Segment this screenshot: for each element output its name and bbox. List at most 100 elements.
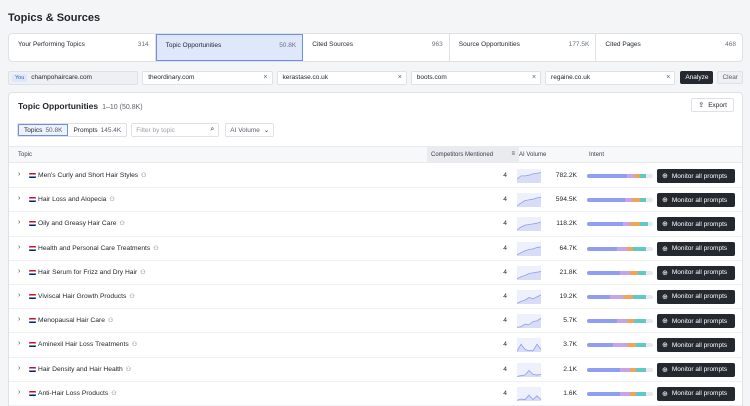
search-icon: ⊕ bbox=[662, 293, 668, 301]
uk-flag-icon bbox=[29, 173, 36, 178]
monitor-all-prompts-button[interactable]: ⊕ Monitor all prompts bbox=[657, 386, 735, 401]
search-icon: ⊕ bbox=[662, 245, 668, 253]
intent-segment bbox=[587, 391, 620, 396]
analyze-button[interactable]: Analyze bbox=[680, 71, 714, 84]
your-domain-field[interactable]: You champohaircare.com bbox=[8, 70, 139, 85]
tab-topic-opportunities[interactable]: Topic Opportunities 50.8K bbox=[155, 34, 304, 61]
table-row[interactable]: › Hair Loss and Alopecia ⚇ 4 594.5K ⊕ Monitor … bbox=[9, 188, 742, 213]
topic-name[interactable]: Anti-Hair Loss Products ⚇ bbox=[38, 390, 117, 397]
intent-segment bbox=[587, 246, 617, 251]
topic-filter-input[interactable]: Filter by topic ⌕ bbox=[131, 123, 220, 137]
chevron-right-icon[interactable]: › bbox=[18, 171, 20, 178]
toggle-prompts-label: Prompts bbox=[73, 126, 98, 134]
monitor-all-prompts-button[interactable]: ⊕ Monitor all prompts bbox=[657, 362, 735, 377]
topic-name[interactable]: Hair Density and Hair Health ⚇ bbox=[38, 366, 131, 373]
monitor-all-prompts-button[interactable]: ⊕ Monitor all prompts bbox=[657, 338, 735, 353]
topic-name[interactable]: Viviscal Hair Growth Products ⚇ bbox=[38, 293, 135, 300]
chevron-right-icon[interactable]: › bbox=[18, 389, 20, 396]
close-icon[interactable]: × bbox=[263, 74, 267, 81]
topic-name[interactable]: Hair Loss and Alopecia ⚇ bbox=[38, 196, 115, 203]
monitor-label: Monitor all prompts bbox=[671, 245, 728, 253]
close-icon[interactable]: × bbox=[666, 74, 670, 81]
column-intent[interactable]: Intent bbox=[589, 152, 604, 158]
result-range: 1–10 (50.8K) bbox=[102, 104, 143, 111]
topic-name[interactable]: Health and Personal Care Treatments ⚇ bbox=[38, 245, 159, 252]
close-icon[interactable]: × bbox=[532, 74, 536, 81]
topic-name[interactable]: Hair Serum for Frizz and Dry Hair ⚇ bbox=[38, 269, 146, 276]
you-badge: You bbox=[12, 73, 28, 82]
tab-cited-sources[interactable]: Cited Sources 963 bbox=[303, 34, 450, 61]
column-topic[interactable]: Topic bbox=[18, 152, 32, 158]
person-icon: ⚇ bbox=[131, 342, 138, 349]
table-row[interactable]: › Hair Density and Hair Health ⚇ 4 2.1K ⊕ Moni… bbox=[9, 358, 742, 382]
toggle-topics-label: Topics bbox=[24, 126, 43, 134]
table-row[interactable]: › Viviscal Hair Growth Products ⚇ 4 19.2K ⊕ Mo… bbox=[9, 285, 742, 310]
tab-label: Source Opportunities bbox=[458, 41, 520, 48]
ai-volume-sparkline bbox=[517, 241, 541, 256]
competitor-domain-field[interactable]: regaine.co.uk × bbox=[545, 70, 676, 85]
tab-source-opportunities[interactable]: Source Opportunities 177.5K bbox=[450, 34, 597, 61]
intent-bar bbox=[587, 391, 653, 396]
intent-segment bbox=[629, 367, 637, 372]
person-icon: ⚇ bbox=[140, 269, 146, 276]
intent-bar bbox=[587, 270, 653, 275]
topic-name[interactable]: Aminexil Hair Loss Treatments ⚇ bbox=[38, 341, 137, 348]
topic-name[interactable]: Men's Curly and Short Hair Styles ⚇ bbox=[38, 172, 147, 179]
monitor-all-prompts-button[interactable]: ⊕ Monitor all prompts bbox=[657, 193, 735, 208]
intent-segment bbox=[636, 367, 647, 372]
monitor-all-prompts-button[interactable]: ⊕ Monitor all prompts bbox=[657, 169, 735, 183]
table-row[interactable]: › Hair Serum for Frizz and Dry Hair ⚇ 4 21.8… bbox=[9, 261, 742, 285]
chevron-right-icon[interactable]: › bbox=[18, 219, 20, 226]
tab-count: 963 bbox=[431, 41, 443, 48]
monitor-all-prompts-button[interactable]: ⊕ Monitor all prompts bbox=[657, 314, 735, 329]
competitor-domain-field[interactable]: boots.com × bbox=[410, 70, 542, 85]
competitors-count: 4 bbox=[503, 389, 507, 397]
chevron-right-icon[interactable]: › bbox=[18, 195, 20, 202]
competitor-domain-field[interactable]: theordinary.com × bbox=[142, 70, 273, 85]
column-ai-volume[interactable]: AI Volume bbox=[519, 152, 546, 158]
toggle-prompts[interactable]: Prompts 145.4K bbox=[68, 124, 126, 136]
search-icon: ⊕ bbox=[662, 221, 668, 229]
ai-volume-dropdown[interactable]: AI Volume ⌄ bbox=[225, 123, 275, 137]
chevron-down-icon: ⌄ bbox=[263, 127, 270, 134]
monitor-all-prompts-button[interactable]: ⊕ Monitor all prompts bbox=[657, 241, 735, 256]
chevron-right-icon[interactable]: › bbox=[18, 340, 20, 347]
chevron-right-icon[interactable]: › bbox=[18, 244, 20, 251]
intent-segment bbox=[647, 222, 653, 227]
intent-segment bbox=[636, 343, 647, 348]
person-icon: ⚇ bbox=[153, 245, 159, 252]
chevron-right-icon[interactable]: › bbox=[18, 292, 20, 299]
table-row[interactable]: › Oily and Greasy Hair Care ⚇ 4 118.2K ⊕ Monit… bbox=[9, 212, 742, 237]
tab-cited-pages[interactable]: Cited Pages 468 bbox=[596, 34, 742, 61]
tab-your-performing-topics[interactable]: Your Performing Topics 314 bbox=[9, 34, 156, 61]
topic-name[interactable]: Menopausal Hair Care ⚇ bbox=[38, 317, 113, 324]
close-icon[interactable]: × bbox=[398, 74, 402, 81]
monitor-all-prompts-button[interactable]: ⊕ Monitor all prompts bbox=[657, 265, 735, 280]
competitor-domain-field[interactable]: kerastase.co.uk × bbox=[276, 70, 407, 85]
table-row[interactable]: › Anti-Hair Loss Products ⚇ 4 1.6K ⊕ Monitor a… bbox=[9, 382, 742, 406]
chevron-right-icon[interactable]: › bbox=[18, 268, 20, 275]
intent-segment bbox=[646, 198, 653, 203]
your-domain-value: champohaircare.com bbox=[31, 74, 92, 81]
chevron-right-icon[interactable]: › bbox=[18, 316, 20, 323]
clear-button[interactable]: Clear bbox=[717, 71, 743, 84]
column-competitors[interactable]: Competitors Mentioned ≡ bbox=[427, 146, 519, 163]
ai-volume-dropdown-label: AI Volume bbox=[230, 126, 260, 134]
competitor-domain-value: regaine.co.uk bbox=[551, 74, 591, 81]
table-row[interactable]: › Aminexil Hair Loss Treatments ⚇ 4 3.7K ⊕ Mon… bbox=[9, 333, 742, 358]
monitor-all-prompts-button[interactable]: ⊕ Monitor all prompts bbox=[657, 217, 735, 232]
domain-bar: You champohaircare.com theordinary.com ×… bbox=[8, 70, 743, 85]
export-button[interactable]: ⇪ Export bbox=[691, 98, 734, 112]
table-row[interactable]: › Menopausal Hair Care ⚇ 4 5.7K ⊕ Monitor all … bbox=[9, 309, 742, 334]
monitor-label: Monitor all prompts bbox=[671, 172, 728, 180]
ai-volume-sparkline bbox=[517, 386, 541, 401]
intent-segment bbox=[587, 222, 624, 227]
chevron-right-icon[interactable]: › bbox=[18, 365, 20, 372]
table-row[interactable]: › Men's Curly and Short Hair Styles ⚇ 4 782.… bbox=[9, 164, 742, 189]
table-row[interactable]: › Health and Personal Care Treatments ⚇ 4 64… bbox=[9, 237, 742, 261]
toggle-topics[interactable]: Topics 50.8K bbox=[18, 124, 69, 136]
search-icon: ⊕ bbox=[662, 269, 668, 277]
person-icon: ⚇ bbox=[109, 197, 115, 204]
monitor-all-prompts-button[interactable]: ⊕ Monitor all prompts bbox=[657, 289, 735, 304]
topic-name[interactable]: Oily and Greasy Hair Care ⚇ bbox=[38, 220, 125, 227]
